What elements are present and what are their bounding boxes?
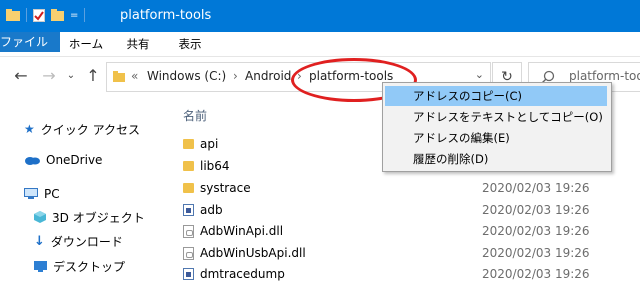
dll-file-icon	[183, 224, 194, 238]
desktop-icon	[34, 260, 47, 272]
dll-file-icon	[183, 246, 194, 260]
address-dropdown-chevron-icon[interactable]: ⌄	[475, 68, 484, 81]
file-date: 2020/02/03 19:26	[482, 246, 590, 260]
tab-file[interactable]: ファイル	[0, 32, 60, 52]
file-name: dmtracedump	[200, 267, 285, 281]
star-icon: ★	[24, 122, 35, 136]
application-icon	[183, 268, 194, 280]
tab-home[interactable]: ホーム	[60, 32, 112, 56]
toolbar-divider	[84, 8, 86, 22]
folder-icon	[183, 183, 194, 193]
folder-icon	[113, 71, 125, 82]
nav-item-label: 3D オブジェクト	[52, 210, 145, 225]
menu-item-edit-address[interactable]: アドレスの編集(E)	[385, 128, 607, 148]
cube-icon	[34, 211, 46, 223]
download-arrow-icon: ↓	[34, 233, 45, 249]
nav-item-quick-access[interactable]: ★ クイック アクセス	[24, 119, 140, 139]
toolbar-divider	[26, 8, 27, 22]
recent-locations-chevron-icon[interactable]: ⌄	[60, 65, 82, 87]
file-row[interactable]: AdbWinUsbApi.dll 2020/02/03 19:26	[183, 243, 603, 263]
search-placeholder: platform-tools	[569, 69, 640, 83]
breadcrumb-overflow[interactable]: «	[131, 69, 138, 83]
file-row[interactable]: systrace 2020/02/03 19:26	[183, 178, 603, 198]
file-name: adb	[200, 203, 223, 217]
file-row[interactable]: AdbWinApi.dll 2020/02/03 19:26	[183, 221, 603, 241]
nav-item-downloads[interactable]: ↓ ダウンロード	[34, 231, 123, 251]
menu-item-copy-address-as-text[interactable]: アドレスをテキストとしてコピー(O)	[385, 107, 607, 127]
computer-icon	[24, 188, 38, 199]
up-arrow-icon[interactable]: ↑	[82, 65, 104, 87]
nav-item-3d-objects[interactable]: 3D オブジェクト	[34, 207, 145, 227]
tab-share[interactable]: 共有	[112, 32, 164, 56]
nav-item-label: クイック アクセス	[40, 122, 140, 137]
file-name: AdbWinApi.dll	[200, 224, 284, 238]
cloud-icon	[25, 157, 40, 165]
menu-item-copy-address[interactable]: アドレスのコピー(C)	[385, 86, 607, 106]
ribbon-tabs: ファイル ホーム 共有 表示	[0, 32, 640, 57]
file-name: AdbWinUsbApi.dll	[200, 246, 306, 260]
application-icon	[183, 204, 194, 216]
file-date: 2020/02/03 19:26	[482, 267, 590, 281]
file-row[interactable]: adb 2020/02/03 19:26	[183, 200, 603, 220]
nav-item-onedrive[interactable]: OneDrive	[24, 150, 102, 170]
nav-item-label: OneDrive	[46, 153, 103, 167]
breadcrumb-android[interactable]: Android	[245, 69, 291, 83]
folder-icon	[183, 161, 194, 171]
folder-icon[interactable]	[6, 9, 20, 21]
breadcrumb-drive[interactable]: Windows (C:)	[147, 69, 226, 83]
file-date: 2020/02/03 19:26	[482, 224, 590, 238]
quick-access-toolbar: =	[6, 8, 86, 22]
file-date: 2020/02/03 19:26	[482, 203, 590, 217]
title-bar: = platform-tools	[0, 0, 640, 32]
back-arrow-icon[interactable]: ←	[10, 65, 32, 87]
nav-item-desktop[interactable]: デスクトップ	[34, 256, 125, 276]
new-folder-icon[interactable]	[51, 9, 64, 21]
forward-arrow-icon[interactable]: →	[38, 65, 60, 87]
nav-item-label: PC	[44, 187, 60, 201]
navigation-pane: ★ クイック アクセス OneDrive PC 3D オブジェクト ↓ ダウンロ…	[0, 100, 160, 283]
column-header-name[interactable]: 名前	[183, 107, 207, 124]
file-row[interactable]: dmtracedump 2020/02/03 19:26	[183, 264, 603, 284]
address-context-menu: アドレスのコピー(C) アドレスをテキストとしてコピー(O) アドレスの編集(E…	[382, 82, 612, 172]
nav-item-pc[interactable]: PC	[24, 184, 60, 204]
customize-toolbar-dropdown[interactable]: =	[70, 10, 78, 21]
folder-icon	[183, 139, 194, 149]
tab-view[interactable]: 表示	[164, 32, 216, 56]
nav-item-label: デスクトップ	[53, 259, 126, 274]
nav-item-label: ダウンロード	[50, 234, 123, 249]
file-date: 2020/02/03 19:26	[482, 181, 590, 195]
breadcrumb-separator[interactable]: ›	[233, 69, 238, 83]
file-name: lib64	[200, 159, 230, 173]
properties-icon[interactable]	[33, 8, 45, 22]
file-name: systrace	[200, 181, 251, 195]
window-title: platform-tools	[120, 8, 212, 23]
menu-item-delete-history[interactable]: 履歴の削除(D)	[385, 149, 607, 169]
file-name: api	[200, 137, 219, 151]
